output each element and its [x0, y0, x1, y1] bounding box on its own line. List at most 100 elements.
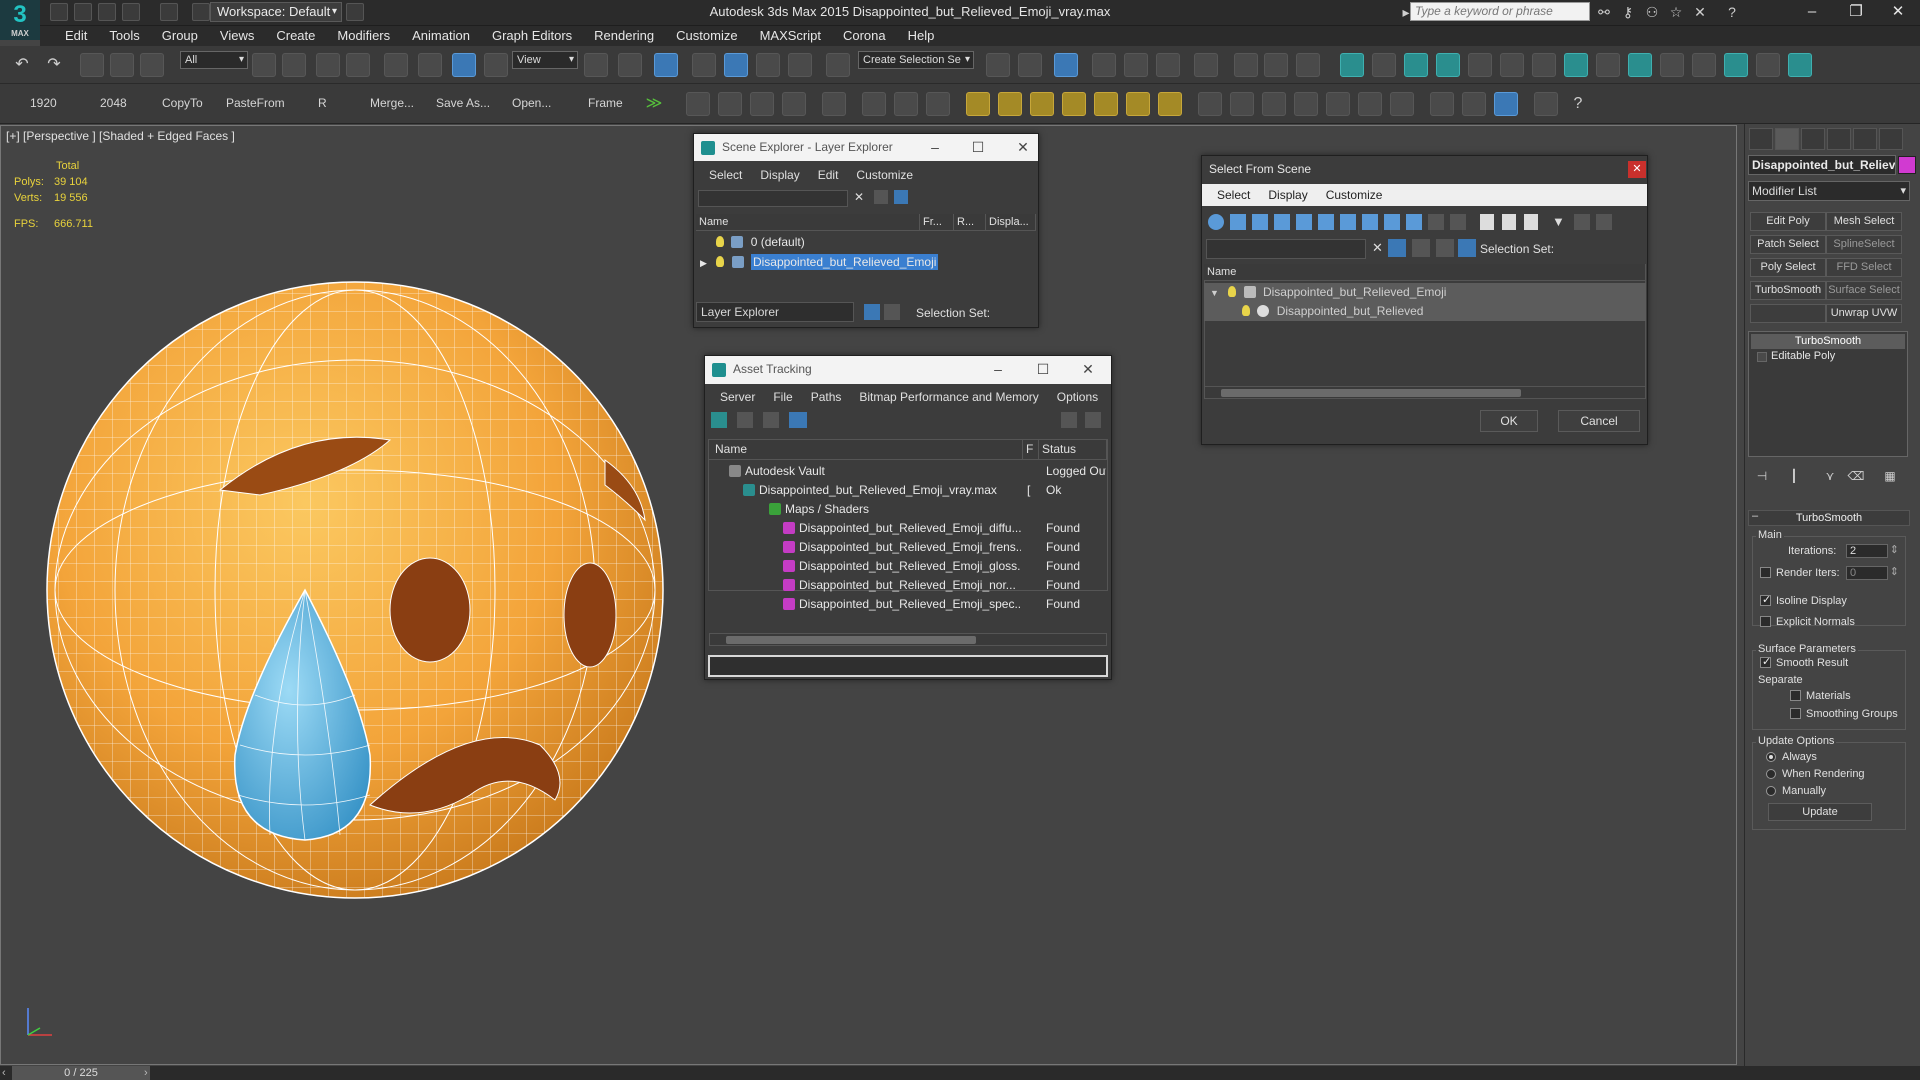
- motion-tab-icon[interactable]: [1827, 128, 1851, 150]
- list-view-icon[interactable]: [737, 412, 753, 428]
- quick-access-menu-icon[interactable]: [346, 3, 364, 21]
- list-icon[interactable]: [750, 92, 774, 116]
- vray-dome-icon[interactable]: [1628, 53, 1652, 77]
- edit-poly-button[interactable]: Edit Poly: [1750, 212, 1826, 231]
- rendered-frame-icon[interactable]: [1264, 53, 1288, 77]
- layer-manager-icon[interactable]: [1054, 53, 1078, 77]
- modify-tab-icon[interactable]: [1775, 128, 1799, 150]
- reference-coord-dropdown[interactable]: View: [512, 51, 578, 69]
- lightbulb-icon[interactable]: [1755, 334, 1769, 348]
- at-menu-file[interactable]: File: [764, 390, 801, 404]
- help-icon[interactable]: ?: [1722, 3, 1742, 21]
- cone-primitive-icon[interactable]: [1094, 92, 1118, 116]
- empty-mod-button[interactable]: [1750, 304, 1826, 323]
- menu-help[interactable]: Help: [897, 26, 946, 46]
- remove-modifier-icon[interactable]: ⌫: [1846, 464, 1866, 484]
- link-icon[interactable]: [80, 53, 104, 77]
- plant-icon[interactable]: [1326, 92, 1350, 116]
- dome-primitive-icon[interactable]: [998, 92, 1022, 116]
- cancel-button[interactable]: Cancel: [1558, 410, 1640, 432]
- menu-corona[interactable]: Corona: [832, 26, 897, 46]
- sound-icon[interactable]: [894, 92, 918, 116]
- sfs-titlebar[interactable]: Select From Scene: [1202, 156, 1647, 182]
- select-dependents-icon[interactable]: [1412, 239, 1430, 257]
- clear-search-icon[interactable]: ✕: [854, 190, 868, 204]
- display-tab-icon[interactable]: [1853, 128, 1877, 150]
- at-row-vault[interactable]: Autodesk Vault: [729, 462, 1021, 481]
- materials-checkbox[interactable]: [1790, 690, 1801, 701]
- vray-toggle-icon[interactable]: [1724, 53, 1748, 77]
- people-icon[interactable]: ⚇: [1642, 3, 1662, 21]
- align-icon[interactable]: [1018, 53, 1042, 77]
- minimize-icon[interactable]: –: [983, 356, 1013, 383]
- r-button[interactable]: R: [318, 96, 327, 110]
- display-containers-icon[interactable]: [1406, 214, 1422, 230]
- close-icon[interactable]: ✕: [1073, 356, 1103, 383]
- undo-icon[interactable]: [122, 3, 140, 21]
- se-menu-edit[interactable]: Edit: [809, 168, 848, 182]
- se-search-input[interactable]: [698, 190, 848, 207]
- rotate-icon[interactable]: [418, 53, 442, 77]
- hierarchy-tab-icon[interactable]: [1801, 128, 1825, 150]
- script-button-1920[interactable]: 1920: [30, 96, 57, 110]
- sfs-row-group[interactable]: ▼ Disappointed_but_Relieved_Emoji: [1204, 283, 1646, 302]
- at-path-field[interactable]: [708, 655, 1108, 677]
- move-icon[interactable]: [384, 53, 408, 77]
- expand-arrow-icon[interactable]: ▶: [700, 258, 707, 268]
- detail-view-icon[interactable]: [763, 412, 779, 428]
- show-end-result-icon[interactable]: ┃: [1784, 464, 1804, 484]
- snaps-toggle-icon[interactable]: [692, 53, 716, 77]
- curve-editor-icon[interactable]: [1124, 53, 1148, 77]
- mirror-icon[interactable]: [986, 53, 1010, 77]
- select-object-icon[interactable]: [252, 53, 276, 77]
- display-xrefs-icon[interactable]: [1362, 214, 1378, 230]
- always-radio[interactable]: [1766, 752, 1776, 762]
- molecule-icon[interactable]: [1230, 92, 1254, 116]
- light-icon[interactable]: [1340, 53, 1364, 77]
- at-menu-server[interactable]: Server: [711, 390, 764, 404]
- ok-button[interactable]: OK: [1480, 410, 1538, 432]
- redo-icon[interactable]: ↷: [42, 53, 66, 77]
- named-set-icon[interactable]: [1458, 239, 1476, 257]
- star-icon[interactable]: ☆: [1666, 3, 1686, 21]
- restore-icon[interactable]: ❐: [1834, 0, 1878, 24]
- rect-selection-icon[interactable]: [316, 53, 340, 77]
- tree-icon[interactable]: [1262, 92, 1286, 116]
- render-iters-spinner[interactable]: 0: [1846, 566, 1899, 580]
- hierarchy-mode-icon[interactable]: [884, 304, 900, 320]
- binoculars-icon[interactable]: ⚯: [1594, 3, 1614, 21]
- explicit-normals-checkbox[interactable]: [1760, 616, 1771, 627]
- stack-item-turbosmooth[interactable]: TurboSmooth: [1751, 334, 1905, 349]
- select-by-name-icon[interactable]: [282, 53, 306, 77]
- modifier-list-dropdown[interactable]: Modifier List: [1748, 181, 1910, 201]
- exchange-icon[interactable]: ✕: [1690, 3, 1710, 21]
- manually-radio[interactable]: [1766, 786, 1776, 796]
- plane-primitive-icon[interactable]: [966, 92, 990, 116]
- expand-chevron-icon[interactable]: ≫: [642, 92, 666, 116]
- display-bones-icon[interactable]: [1384, 214, 1400, 230]
- collapse-all-icon[interactable]: [1596, 214, 1612, 230]
- smooth-result-checkbox[interactable]: [1760, 655, 1771, 668]
- object-color-swatch[interactable]: [1898, 156, 1916, 174]
- vray-proxy-icon[interactable]: [1660, 53, 1684, 77]
- maximize-icon[interactable]: ☐: [963, 134, 993, 161]
- close-icon[interactable]: ✕: [1008, 134, 1038, 161]
- display-cameras-icon[interactable]: [1274, 214, 1290, 230]
- at-menu-options[interactable]: Options: [1048, 390, 1107, 404]
- menu-maxscript[interactable]: MAXScript: [749, 26, 832, 46]
- table-view-icon[interactable]: [789, 412, 807, 428]
- scene-explorer-titlebar[interactable]: Scene Explorer - Layer Explorer – ☐ ✕: [694, 134, 1038, 161]
- time-next-icon[interactable]: ›: [144, 1066, 154, 1080]
- at-horizontal-scrollbar[interactable]: [709, 633, 1107, 646]
- graphite-ribbon-icon[interactable]: [1092, 53, 1116, 77]
- se-menu-display[interactable]: Display: [751, 168, 808, 182]
- utilities-tab-icon[interactable]: [1879, 128, 1903, 150]
- edit-named-sets-icon[interactable]: [826, 53, 850, 77]
- filter-list-icon[interactable]: [874, 190, 888, 204]
- render-setup-icon[interactable]: [1234, 53, 1258, 77]
- shell-icon[interactable]: [1390, 92, 1414, 116]
- material-ball-icon[interactable]: [1430, 92, 1454, 116]
- sfs-search-input[interactable]: [1206, 239, 1366, 259]
- pot-primitive-icon[interactable]: [1062, 92, 1086, 116]
- se-row-default-layer[interactable]: 0 (default): [716, 233, 1036, 252]
